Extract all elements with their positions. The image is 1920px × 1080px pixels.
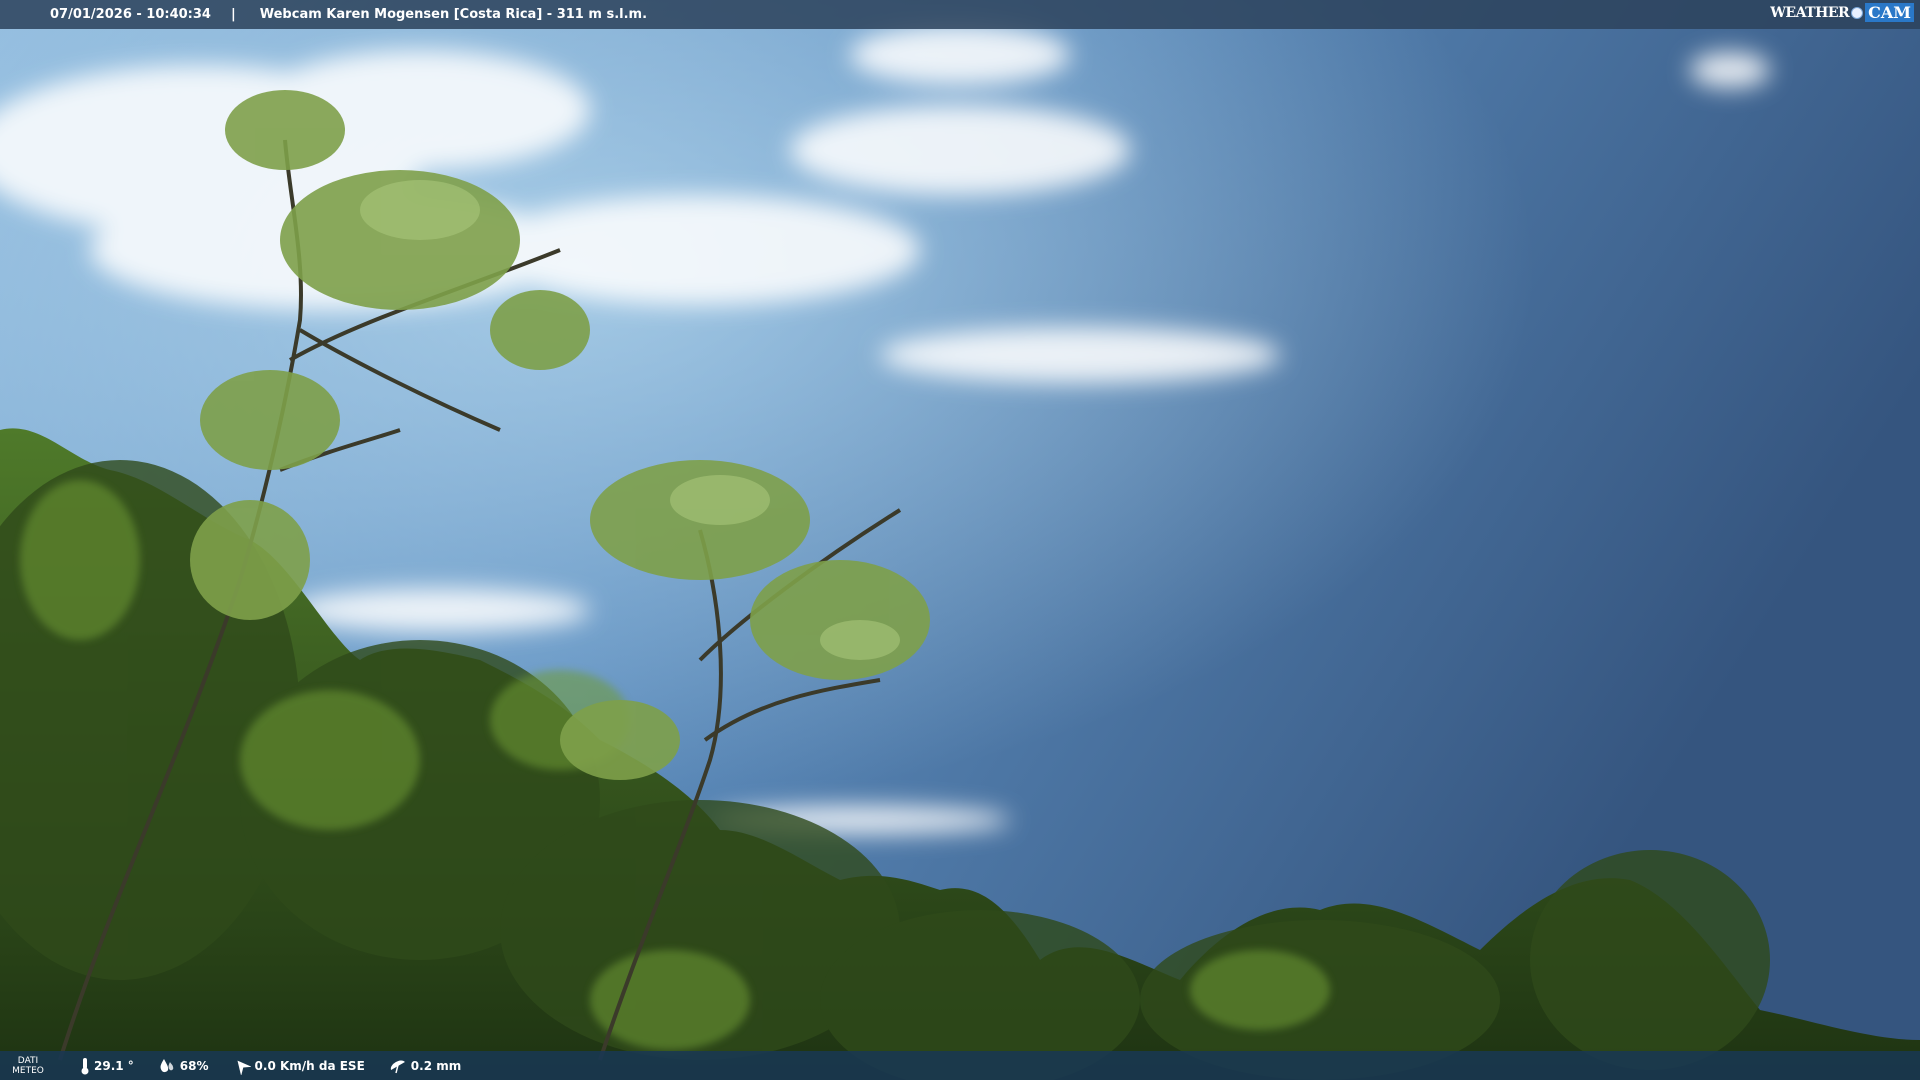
rain-reading: 0.2 mm bbox=[389, 1057, 461, 1075]
webcam-image bbox=[0, 0, 1920, 1080]
dati-meteo-label: DATI METEO bbox=[12, 1055, 44, 1076]
thermometer-icon bbox=[81, 1057, 89, 1074]
webcam-title: Webcam Karen Mogensen [Costa Rica] - 311… bbox=[259, 7, 648, 22]
wind-direction-icon bbox=[237, 1060, 251, 1075]
logo-dot-icon bbox=[1851, 6, 1864, 19]
umbrella-icon bbox=[390, 1059, 405, 1073]
info-header: 07/01/2026 - 10:40:34 | Webcam Karen Mog… bbox=[0, 0, 1920, 29]
humidity-drop-icon bbox=[160, 1058, 174, 1072]
timestamp: 07/01/2026 - 10:40:34 bbox=[50, 7, 211, 22]
weather-data-bar: DATI METEO 29.1 ° 68% 0.0 Km/h da ESE 0.… bbox=[0, 1051, 1920, 1080]
logo-weather: WEATHER bbox=[1770, 4, 1850, 21]
separator: | bbox=[230, 7, 236, 22]
logo-cam: CAM bbox=[1865, 3, 1914, 22]
humidity-reading: 68% bbox=[158, 1058, 209, 1074]
wind-reading: 0.0 Km/h da ESE bbox=[233, 1057, 365, 1075]
weathercam-logo: WEATHER CAM bbox=[1770, 3, 1914, 22]
temperature-reading: 29.1 ° bbox=[80, 1057, 134, 1075]
